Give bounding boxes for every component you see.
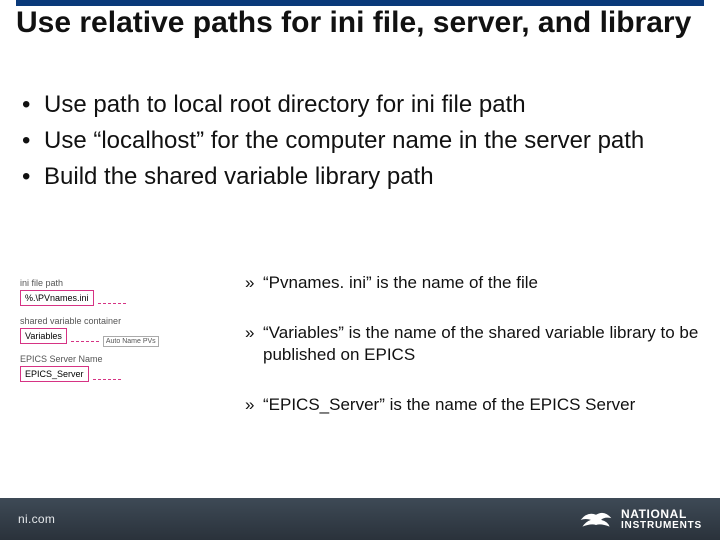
footer-url: ni.com	[18, 512, 55, 526]
brand-top: NATIONAL	[621, 507, 687, 521]
sub-bullet-item: “EPICS_Server” is the name of the EPICS …	[245, 394, 700, 416]
diagram-label: shared variable container	[20, 316, 215, 326]
labview-diagram: ini file path %.\PVnames.ini shared vari…	[20, 272, 215, 444]
detail-area: ini file path %.\PVnames.ini shared vari…	[20, 272, 700, 444]
sub-bullet-item: “Pvnames. ini” is the name of the file	[245, 272, 700, 294]
diagram-box: Variables	[20, 328, 67, 344]
ni-wordmark: NATIONAL INSTRUMENTS	[621, 507, 702, 531]
footer-bar: ni.com NATIONAL INSTRUMENTS	[0, 498, 720, 540]
slide-title: Use relative paths for ini file, server,…	[16, 6, 704, 40]
wire-icon	[98, 303, 126, 304]
diagram-label: EPICS Server Name	[20, 354, 215, 364]
wire-icon	[71, 341, 99, 342]
slide: Use relative paths for ini file, server,…	[0, 0, 720, 540]
diagram-box: EPICS_Server	[20, 366, 89, 382]
diagram-aux-box: Auto Name PVs	[103, 336, 159, 347]
sub-bullet-item: “Variables” is the name of the shared va…	[245, 322, 700, 366]
wire-icon	[93, 379, 121, 380]
main-bullets: Use path to local root directory for ini…	[20, 90, 700, 198]
diagram-box: %.\PVnames.ini	[20, 290, 94, 306]
diagram-label: ini file path	[20, 278, 215, 288]
bullet-item: Build the shared variable library path	[20, 162, 700, 192]
sub-bullets: “Pvnames. ini” is the name of the file “…	[215, 272, 700, 444]
eagle-icon	[579, 506, 613, 532]
bullet-item: Use “localhost” for the computer name in…	[20, 126, 700, 156]
ni-logo: NATIONAL INSTRUMENTS	[579, 506, 702, 532]
bullet-item: Use path to local root directory for ini…	[20, 90, 700, 120]
brand-bottom: INSTRUMENTS	[621, 520, 702, 531]
